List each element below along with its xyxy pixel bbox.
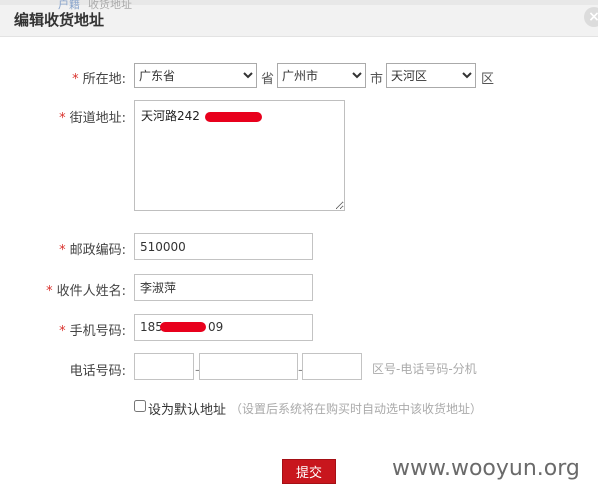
region-label: * 所在地: [72,72,126,87]
street-label: * 街道地址: [59,111,126,126]
default-address-note: （设置后系统将在购买时自动选中该收货地址） [230,402,483,416]
recipient-name-input[interactable] [134,274,313,301]
required-mark: * [59,324,66,339]
street-redaction [205,112,262,122]
mobile-label: * 手机号码: [59,324,126,339]
required-mark: * [72,72,79,87]
postcode-input[interactable] [134,233,313,260]
close-icon[interactable]: × [584,7,598,27]
default-address-label[interactable]: 设为默认地址 [148,399,226,418]
required-mark: * [59,243,66,258]
phone-extension-input[interactable] [302,353,362,380]
default-address-checkbox[interactable] [134,400,146,412]
phone-hint: 区号-电话号码-分机 [372,362,477,376]
recipient-label: * 收件人姓名: [46,284,126,299]
required-mark: * [59,111,66,126]
district-select[interactable]: 天河区 [386,63,476,88]
mobile-value-end: 09 [208,320,224,334]
submit-button[interactable]: 提交 [282,459,336,484]
watermark: www.wooyun.org [392,456,580,481]
phone-area-code-input[interactable] [134,353,194,380]
phone-number-input[interactable] [199,353,298,380]
required-mark: * [46,284,53,299]
city-unit: 市 [370,72,384,87]
city-select[interactable]: 广州市 [277,63,366,88]
dialog-header: 户籍 收货地址 编辑收货地址 × [0,0,598,37]
dialog-title: 编辑收货地址 [14,11,105,29]
district-unit: 区 [481,72,495,87]
postcode-label: * 邮政编码: [59,243,126,258]
phone-label: 电话号码: [69,364,126,379]
province-select[interactable]: 广东省 [134,63,257,88]
province-unit: 省 [261,72,275,87]
mobile-redaction [160,322,206,332]
